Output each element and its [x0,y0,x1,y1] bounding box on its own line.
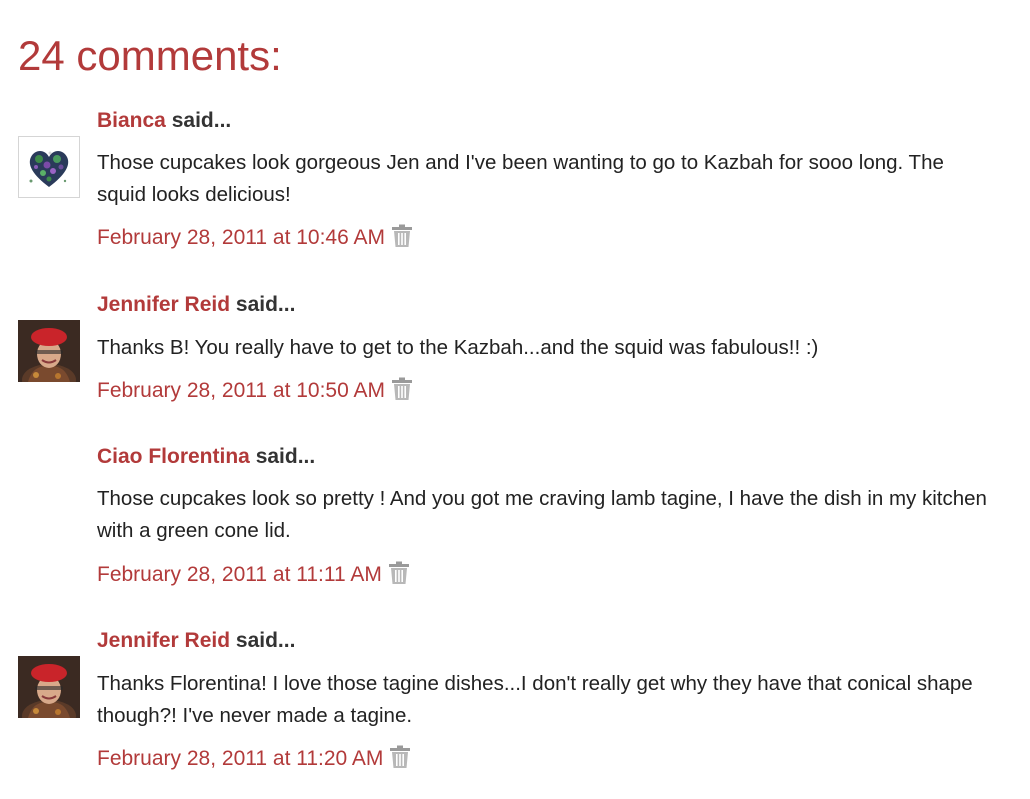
comment-timestamp-link[interactable]: February 28, 2011 at 10:46 AM [97,225,385,251]
comment-body: Those cupcakes look gorgeous Jen and I'v… [97,151,944,206]
comment-author-line: Ciao Florentina said... [97,444,315,470]
comment-timestamp-link[interactable]: February 28, 2011 at 11:11 AM [97,562,382,588]
comment-author-link[interactable]: Bianca [97,109,166,132]
comment-timestamp-link[interactable]: February 28, 2011 at 11:20 AM [97,746,383,772]
commenter-avatar[interactable] [18,656,80,718]
comment-body: Thanks B! You really have to get to the … [97,336,819,359]
commenter-avatar[interactable] [18,136,80,198]
comment-author-line: Jennifer Reid said... [97,628,295,654]
comment-author-link[interactable]: Jennifer Reid [97,293,230,316]
trash-icon[interactable] [391,377,413,401]
comment-body: Those cupcakes look so pretty ! And you … [97,487,987,542]
said-label: said... [171,109,232,132]
comment-footer: February 28, 2011 at 10:50 AM [97,377,413,404]
comment-author-link[interactable]: Ciao Florentina [97,445,250,468]
comment-author-line: Bianca said... [97,108,231,134]
red-beret-portrait-icon [18,656,80,718]
said-label: said... [235,293,296,316]
comment-author-link[interactable]: Jennifer Reid [97,629,230,652]
comment-author-line: Jennifer Reid said... [97,292,295,318]
comment-footer: February 28, 2011 at 11:20 AM [97,745,411,772]
trash-icon[interactable] [389,745,411,769]
trash-icon[interactable] [388,561,410,585]
comments-heading: 24 comments: [18,32,282,79]
heart-collage-icon [29,151,69,187]
said-label: said... [235,629,296,652]
comment-timestamp-link[interactable]: February 28, 2011 at 10:50 AM [97,378,385,404]
said-label: said... [255,445,316,468]
trash-icon[interactable] [391,224,413,248]
comment-body: Thanks Florentina! I love those tagine d… [97,672,973,727]
commenter-avatar[interactable] [18,320,80,382]
red-beret-portrait-icon [18,320,80,382]
comment-footer: February 28, 2011 at 11:11 AM [97,561,410,588]
comment-footer: February 28, 2011 at 10:46 AM [97,224,413,251]
